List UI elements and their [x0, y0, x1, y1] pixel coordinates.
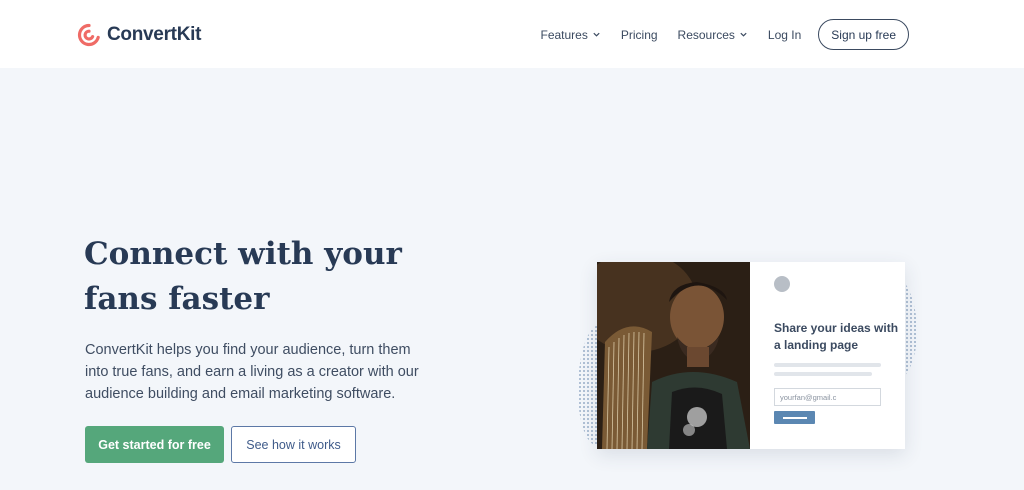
landing-page-preview-card: Share your ideas with a landing page: [597, 262, 905, 449]
placeholder-text-line: [774, 372, 872, 376]
nav-item-login[interactable]: Log In: [758, 19, 811, 50]
chevron-down-icon: [593, 32, 600, 37]
card-title: Share your ideas with a landing page: [774, 321, 899, 352]
landing-page-form: Share your ideas with a landing page: [750, 262, 905, 449]
button-label-placeholder: [782, 416, 807, 419]
subscribe-button[interactable]: [774, 411, 815, 424]
nav-item-label: Resources: [677, 27, 735, 42]
harp-player-illustration: [597, 262, 750, 449]
sign-up-button[interactable]: Sign up free: [818, 19, 909, 50]
nav-item-resources[interactable]: Resources: [668, 19, 758, 50]
nav-item-label: Log In: [767, 27, 802, 42]
hero-headline-line1: Connect with your: [84, 236, 402, 272]
nav-item-pricing[interactable]: Pricing: [611, 19, 668, 50]
hero-subtext: ConvertKit helps you find your audience,…: [85, 342, 419, 402]
hero-headline: Connect with your fans faster: [84, 232, 444, 322]
see-how-it-works-button[interactable]: See how it works: [231, 426, 356, 463]
brand-name: ConvertKit: [107, 24, 202, 45]
musician-with-harp-photo: [597, 262, 750, 449]
avatar: [774, 276, 790, 292]
nav-item-label: Pricing: [620, 27, 658, 42]
main-nav: Features Pricing Resources Log In Sign u…: [531, 19, 909, 50]
convertkit-logo-icon: [77, 23, 100, 47]
chevron-down-icon: [740, 32, 747, 37]
site-header: ConvertKit Features Pricing Resources Lo…: [0, 0, 1024, 68]
hero-headline-line2: fans faster: [84, 281, 270, 317]
convertkit-logo[interactable]: ConvertKit: [77, 22, 201, 48]
nav-item-features[interactable]: Features: [531, 19, 611, 50]
email-field[interactable]: [774, 388, 881, 406]
placeholder-text-line: [774, 363, 881, 367]
get-started-button[interactable]: Get started for free: [85, 426, 224, 463]
nav-item-label: Features: [540, 27, 588, 42]
